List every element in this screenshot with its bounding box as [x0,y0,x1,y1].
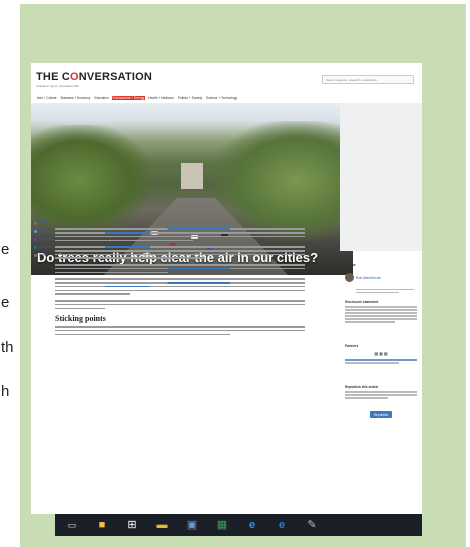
text-line [345,318,417,320]
university-logo: ▦ ▦ ▦ [374,351,388,356]
section-heading: Sticking points [55,314,106,324]
text-line [55,239,193,242]
nav-item-environment[interactable]: Environment + Energy [111,95,146,100]
text-line [55,249,305,252]
text-line [55,278,305,280]
text-line [345,362,399,364]
share-label: Twitter [39,229,49,233]
text-line [345,312,417,314]
site-logo[interactable]: THE CONVERSATION [36,71,152,83]
paragraph [55,264,305,274]
text-line [55,299,305,302]
sidebar-republish: Republish this article Republish [345,385,417,421]
text-line [345,394,417,396]
paragraph [55,228,305,242]
nav-item-science[interactable]: Science + Technology [205,96,238,100]
side-letter: h [1,383,10,400]
site-tagline: Academic rigour, journalistic flair [36,84,80,88]
sidebar-partners: Partners ▦ ▦ ▦ [345,344,417,365]
text-line [345,315,417,317]
section-nav: Arts + Culture Business + Economy Educat… [36,94,238,101]
share-label: Print [39,253,46,257]
text-line [345,306,417,308]
author-name-link[interactable]: Rob MacKenzie [356,276,381,280]
internet-explorer-icon[interactable]: e [245,518,259,532]
screenshot-stage: e e th h THE CONVERSATION Academic rigou… [0,0,470,547]
hero-arch [181,163,203,189]
text-line [345,309,417,311]
edge-icon[interactable]: e [275,518,289,532]
text-line [55,285,305,288]
text-line [55,253,305,256]
windows-taskbar: ▭ ■ ⊞ ▬ ▣ ▦ e e ✎ [55,514,422,536]
side-letter: th [1,339,14,356]
nav-item-arts[interactable]: Arts + Culture [36,96,58,100]
partners-heading: Partners [345,344,359,348]
paragraph [55,278,305,295]
sidebar-author: Author Rob MacKenzie [345,263,417,295]
facebook-icon [34,237,37,241]
text-line [356,291,400,294]
share-label: Email [39,221,48,225]
store-icon[interactable]: ⊞ [125,518,139,532]
text-line [345,359,417,361]
paragraph [55,326,305,336]
text-line [55,282,305,284]
photos-icon[interactable]: ▣ [185,518,199,532]
text-line [55,333,230,336]
share-label: Facebook [39,237,54,241]
article-body: Sticking points [55,226,305,340]
search-input[interactable]: Search analysis, research, academics... [322,75,414,84]
print-icon [34,253,37,257]
side-letter: e [1,294,10,311]
paragraph [55,246,305,260]
republish-button[interactable]: Republish [369,411,393,419]
site-header: THE CONVERSATION Academic rigour, journa… [31,63,422,101]
text-line [55,246,305,248]
logo-text-o: O [70,71,79,83]
logo-text-end: NVERSATION [78,71,153,83]
text-line [55,289,305,292]
text-line [356,288,414,291]
file-explorer-icon[interactable]: ■ [95,518,109,532]
nav-item-politics[interactable]: Politics + Society [177,96,203,100]
logo-text-start: THE C [36,71,70,83]
text-line [55,231,305,234]
sidebar-disclosure: Disclosure statement [345,300,417,325]
linkedin-icon [34,245,37,249]
text-line [55,293,130,295]
text-line [55,326,305,328]
text-line [55,307,105,310]
text-line [55,271,168,274]
avatar [345,273,354,283]
nav-item-health[interactable]: Health + Medicine [147,96,175,100]
text-line [55,264,305,266]
republish-heading: Republish this article [345,385,379,389]
author-heading: Author [345,263,356,267]
text-line [55,267,305,270]
left-text-strip: e e th h [0,0,20,547]
text-line [55,257,205,260]
folder-icon[interactable]: ▬ [155,518,169,532]
share-label: LinkedIn [39,245,52,249]
text-line [345,397,389,399]
text-line [345,391,417,393]
sidebar-photo-area [340,103,422,251]
text-line [55,303,305,306]
nav-item-business[interactable]: Business + Economy [60,96,92,100]
side-letter: e [1,241,10,258]
text-line [55,228,305,230]
text-line [345,321,396,323]
excel-icon[interactable]: ▦ [215,518,229,532]
paint-icon[interactable]: ✎ [305,518,319,532]
nav-item-education[interactable]: Education [93,96,109,100]
text-line [55,235,305,238]
twitter-icon [34,229,37,233]
task-view-icon[interactable]: ▭ [65,518,79,532]
paragraph [55,299,305,310]
email-icon [34,221,37,225]
text-line [55,329,305,332]
disclosure-heading: Disclosure statement [345,300,379,304]
